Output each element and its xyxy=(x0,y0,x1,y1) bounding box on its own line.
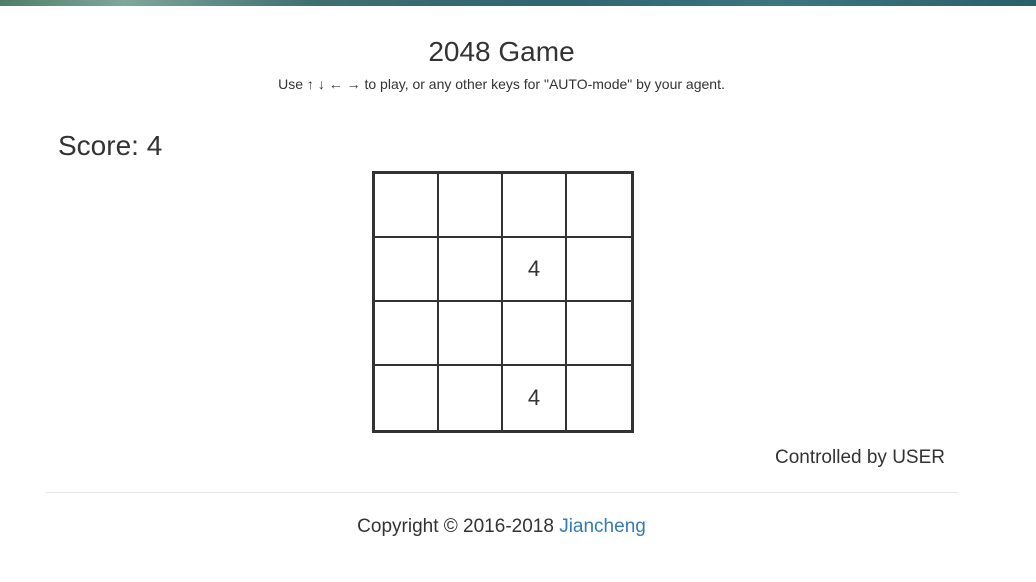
footer-divider xyxy=(46,492,958,493)
board-cell xyxy=(439,302,503,366)
board-cell xyxy=(439,366,503,430)
board-cell: 4 xyxy=(503,366,567,430)
board-cell xyxy=(567,302,631,366)
board-cell xyxy=(375,174,439,238)
copyright-text: Copyright © 2016-2018 xyxy=(357,516,554,537)
board-cell: 4 xyxy=(503,238,567,302)
page-title: 2048 Game xyxy=(428,36,575,67)
board-cell xyxy=(567,174,631,238)
board-cell xyxy=(439,238,503,302)
top-banner xyxy=(0,0,1036,6)
board-cell xyxy=(503,302,567,366)
board-cell xyxy=(567,366,631,430)
controller-status: Controlled by USER xyxy=(774,447,945,468)
author-link[interactable]: Jiancheng xyxy=(559,516,646,537)
board-cell xyxy=(567,238,631,302)
score-display: Score: 4 xyxy=(58,130,163,161)
footer: Copyright © 2016-2018 Jiancheng xyxy=(0,516,1003,538)
board-cell xyxy=(439,174,503,238)
game-board[interactable]: 44 xyxy=(372,171,634,433)
board-cell xyxy=(503,174,567,238)
instructions-text: Use ↑ ↓ ← → to play, or any other keys f… xyxy=(278,76,725,92)
board-cell xyxy=(375,366,439,430)
board-cell xyxy=(375,302,439,366)
board-cell xyxy=(375,238,439,302)
